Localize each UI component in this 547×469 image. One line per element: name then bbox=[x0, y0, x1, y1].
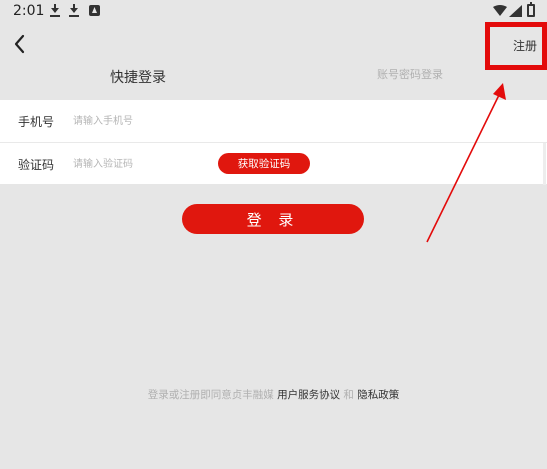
row-edge-divider bbox=[543, 143, 546, 185]
battery-icon bbox=[527, 2, 535, 17]
download-icon bbox=[69, 4, 79, 18]
code-input[interactable] bbox=[73, 155, 213, 173]
android-icon bbox=[89, 5, 100, 16]
download-icon bbox=[50, 4, 60, 18]
status-time: 2:01 bbox=[13, 3, 45, 19]
phone-row: 手机号 bbox=[0, 100, 547, 142]
login-button[interactable]: 登 录 bbox=[182, 204, 364, 234]
chevron-left-icon bbox=[14, 34, 25, 54]
status-bar: 2:01 bbox=[0, 0, 547, 22]
wifi-icon bbox=[493, 5, 507, 16]
agreement-prefix: 登录或注册即同意贞丰融媒 bbox=[147, 389, 274, 401]
annotation-highlight-box bbox=[485, 22, 547, 70]
code-row: 验证码 获取验证码 bbox=[0, 142, 547, 185]
agreement-conjunction: 和 bbox=[343, 389, 354, 401]
back-button[interactable] bbox=[10, 33, 32, 55]
get-code-button[interactable]: 获取验证码 bbox=[218, 153, 310, 174]
privacy-policy-link[interactable]: 隐私政策 bbox=[357, 389, 399, 401]
tab-quick-login[interactable]: 快捷登录 bbox=[110, 67, 166, 87]
user-agreement-link[interactable]: 用户服务协议 bbox=[277, 389, 340, 401]
agreement-text: 登录或注册即同意贞丰融媒 用户服务协议 和 隐私政策 bbox=[0, 387, 547, 402]
cell-signal-icon bbox=[509, 5, 522, 17]
code-label: 验证码 bbox=[18, 158, 55, 172]
phone-label: 手机号 bbox=[18, 115, 55, 129]
tab-password-login[interactable]: 账号密码登录 bbox=[377, 66, 443, 82]
phone-input[interactable] bbox=[73, 112, 213, 130]
